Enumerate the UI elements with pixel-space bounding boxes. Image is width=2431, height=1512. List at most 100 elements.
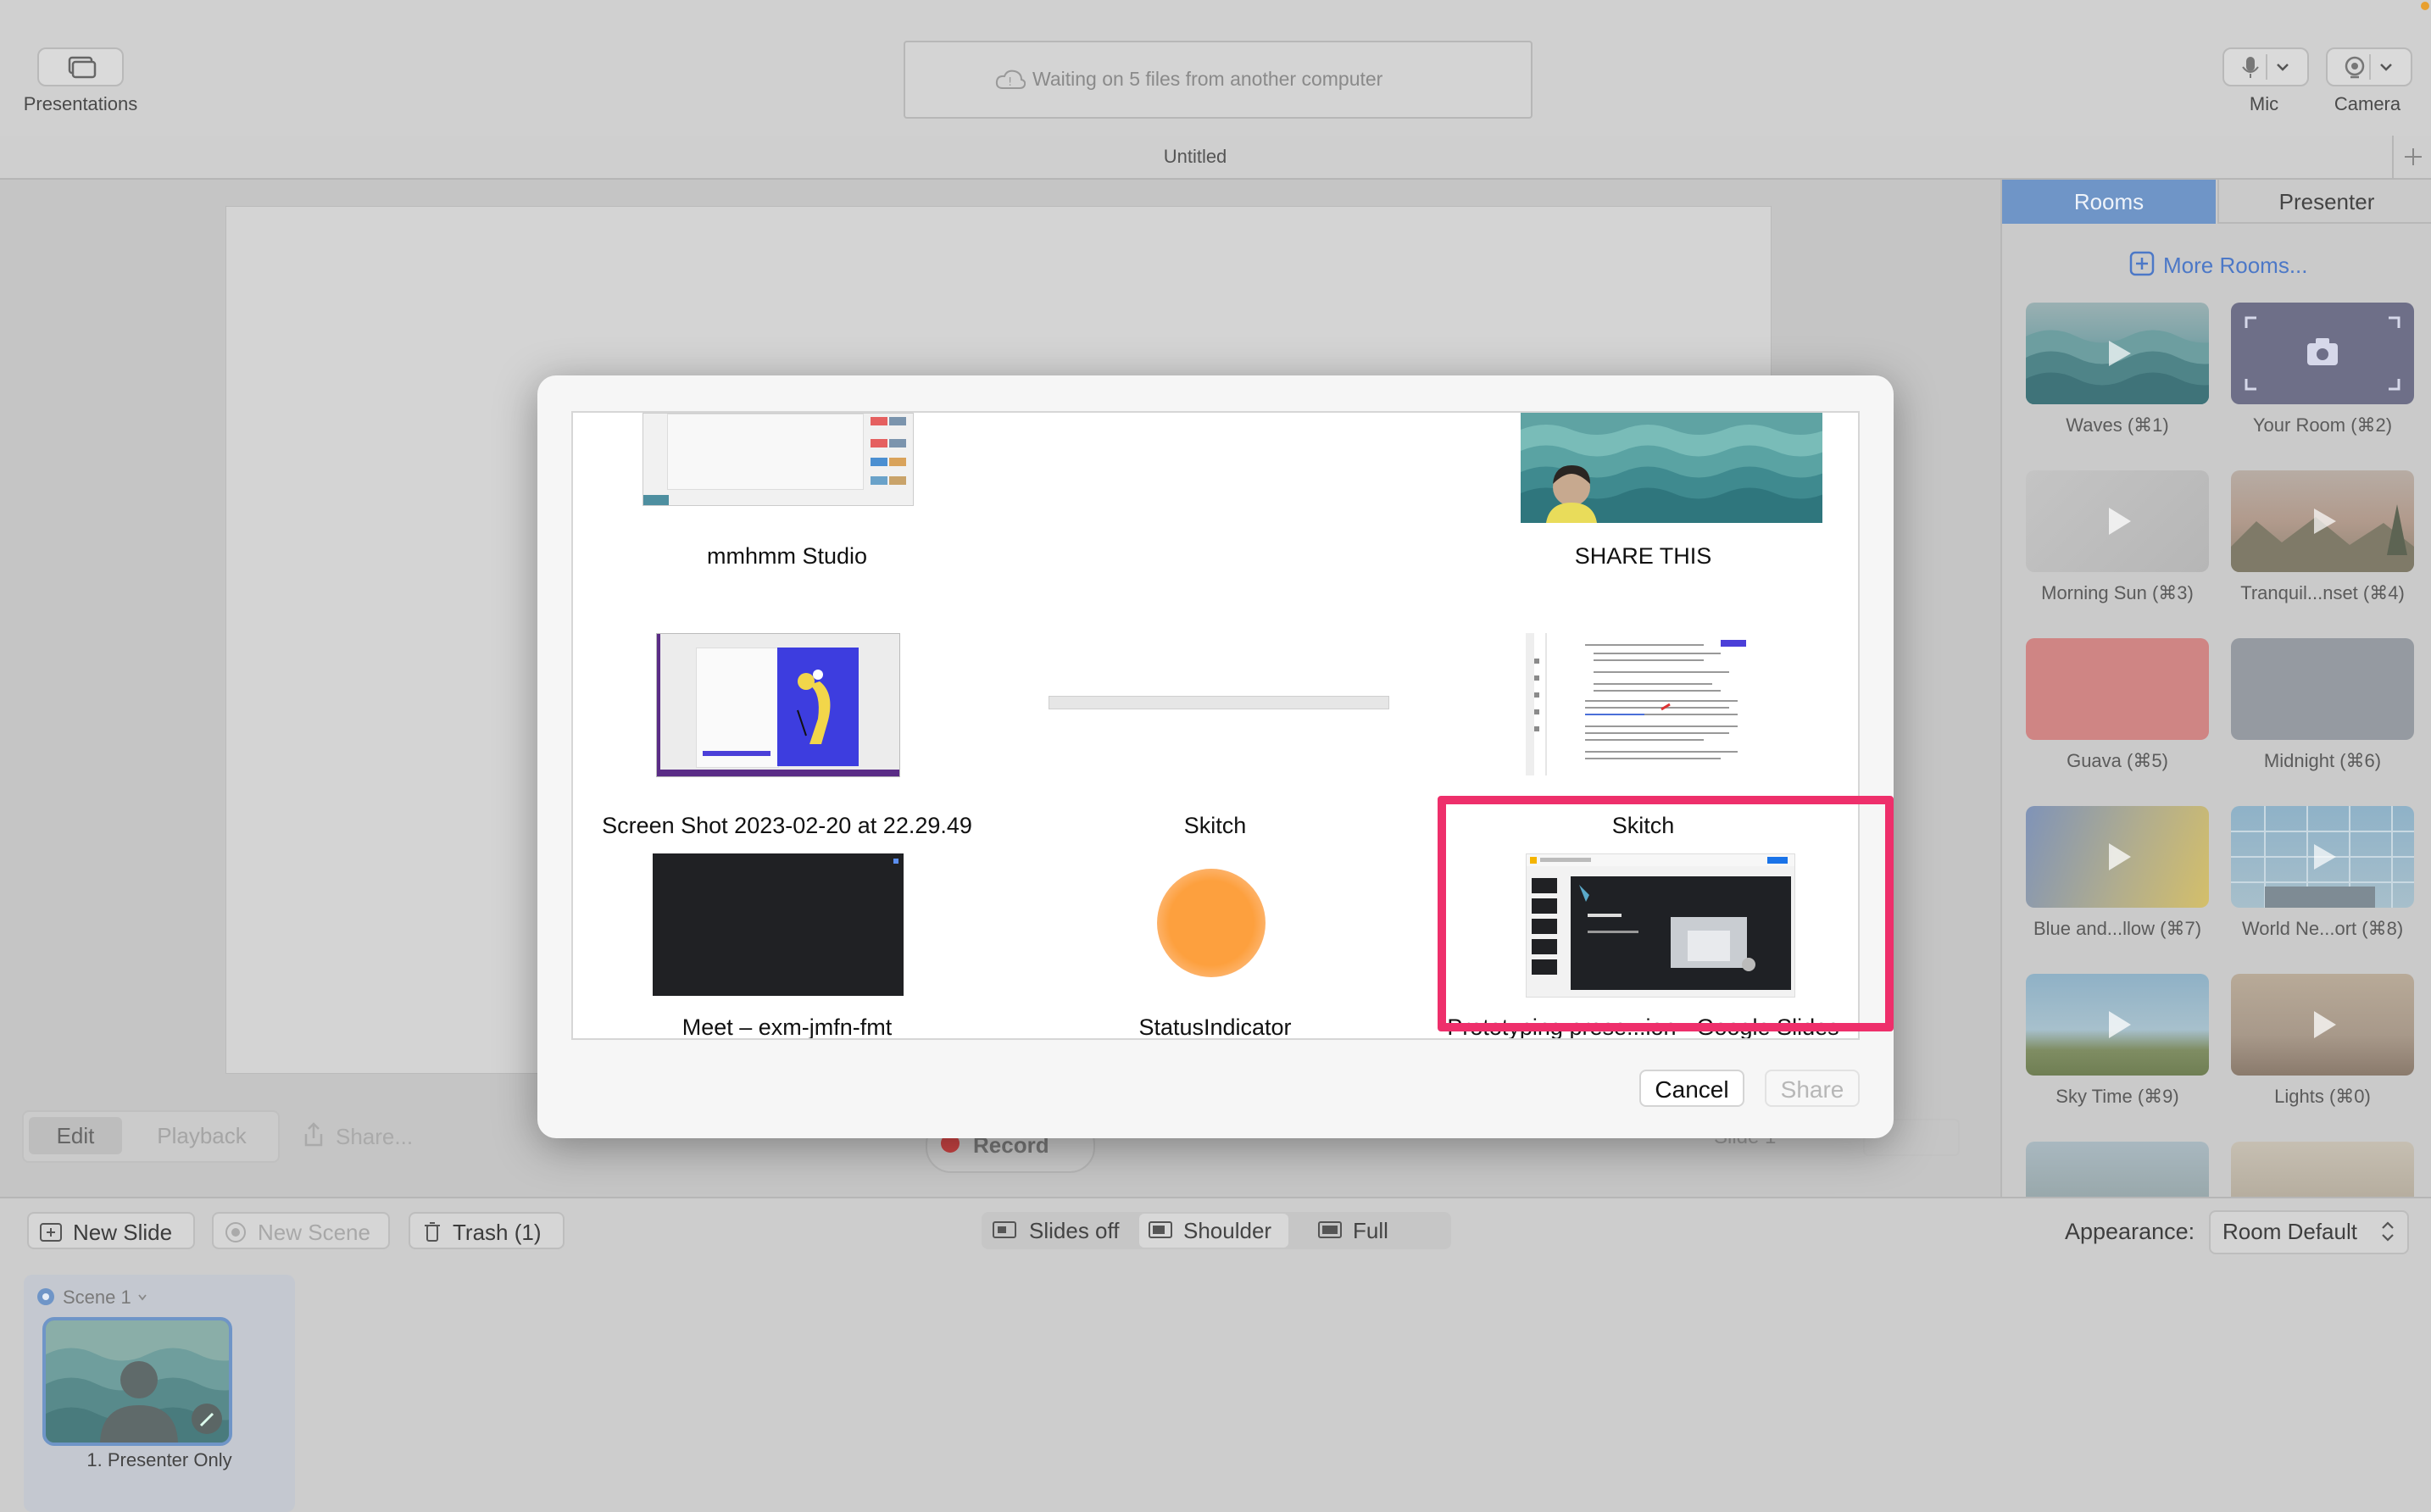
window-thumbnail: [1526, 633, 1778, 775]
room-waves[interactable]: [2026, 303, 2209, 404]
room-name: Sky Time (⌘9): [2056, 1086, 2179, 1107]
presentations-label: Presentations: [23, 93, 138, 114]
full-option[interactable]: Full: [1292, 1214, 1448, 1248]
window-item-share-this[interactable]: SHARE THIS: [1429, 413, 1857, 633]
new-scene-button[interactable]: New Scene: [212, 1212, 390, 1249]
room-lights[interactable]: [2231, 974, 2414, 1076]
slide-caption: 1. Presenter Only: [86, 1449, 232, 1470]
window-thumbnail: [653, 853, 904, 996]
room-name: Your Room (⌘2): [2252, 414, 2393, 436]
window-item-mmhmm-studio[interactable]: mmhmm Studio: [573, 413, 1001, 633]
room-blue-and-yellow[interactable]: [2026, 806, 2209, 908]
top-toolbar: Presentations ! Waiting on 5 files from …: [0, 0, 2431, 137]
room-world-news[interactable]: [2231, 806, 2414, 908]
world-news-thumbnail: [2231, 806, 2414, 908]
camera-label: Camera: [2334, 93, 2401, 114]
rooms-panel: Rooms Presenter More Rooms... Waves (⌘1)…: [2000, 180, 2431, 1197]
window-label: StatusIndicator: [1138, 1014, 1292, 1040]
room-name: Guava (⌘5): [2067, 750, 2168, 771]
room-guava[interactable]: [2026, 638, 2209, 740]
room-sky-time[interactable]: [2026, 974, 2209, 1076]
scene-icon: [37, 1288, 54, 1305]
tranquil-thumbnail: [2231, 504, 2414, 572]
room-name: Lights (⌘0): [2274, 1086, 2371, 1107]
play-icon: [2109, 508, 2131, 535]
room-mountains[interactable]: [2026, 1142, 2209, 1197]
svg-text:!: !: [1008, 76, 1012, 89]
appearance-value: Room Default: [2222, 1219, 2357, 1244]
mic-button[interactable]: [2222, 47, 2309, 86]
window-item-skitch-1[interactable]: Skitch: [1001, 633, 1429, 853]
new-slide-icon: [40, 1223, 62, 1242]
slides-off-option[interactable]: Slides off: [985, 1214, 1136, 1248]
camera-room-icon: [2245, 316, 2400, 391]
slides-off-label: Slides off: [1029, 1218, 1120, 1243]
new-slide-button[interactable]: New Slide: [27, 1212, 195, 1249]
full-label: Full: [1353, 1218, 1388, 1243]
status-text: Waiting on 5 files from another computer: [1032, 68, 1383, 90]
presentations-button[interactable]: [37, 47, 124, 86]
room-name: Tranquil...nset (⌘4): [2240, 582, 2405, 603]
presentations-icon: [68, 56, 97, 79]
room-tranquil-sunset[interactable]: [2231, 470, 2414, 572]
window-item-screenshot[interactable]: Screen Shot 2023-02-20 at 22.29.49: [573, 633, 1001, 853]
share-confirm-button[interactable]: Share: [1765, 1070, 1860, 1107]
play-icon: [2109, 1011, 2131, 1038]
scene-card[interactable]: Scene 1 1. Presenter Only: [24, 1275, 295, 1512]
tab-presenter[interactable]: Presenter: [2217, 180, 2431, 224]
edit-tab[interactable]: Edit: [29, 1117, 122, 1154]
window-label: mmhmm Studio: [706, 543, 868, 569]
shoulder-option[interactable]: Shoulder: [1139, 1214, 1288, 1248]
mic-icon: [2242, 54, 2289, 80]
presenter-thumbnail: [46, 1320, 229, 1443]
appearance-select[interactable]: Room Default: [2209, 1210, 2409, 1254]
window-item-statusindicator[interactable]: StatusIndicator: [1001, 853, 1429, 1040]
window-thumbnail: [1521, 413, 1822, 523]
slide-toolbar: New Slide New Scene Trash (1) Slides off…: [0, 1197, 2431, 1268]
scene-label: Scene 1: [63, 1287, 131, 1308]
trash-button[interactable]: Trash (1): [409, 1212, 565, 1249]
room-name: Midnight (⌘6): [2263, 750, 2382, 771]
window-thumbnail: [1049, 696, 1389, 709]
new-slide-label: New Slide: [73, 1220, 173, 1245]
share-window-dialog: mmhmm Studio SHARE THIS Screen Shot 2023…: [537, 375, 1894, 1138]
status-box: ! Waiting on 5 files from another comput…: [904, 41, 1533, 119]
window-item-empty[interactable]: [1001, 413, 1429, 633]
chevron-down-icon: [138, 1294, 147, 1301]
share-button[interactable]: Share...: [336, 1124, 413, 1150]
share-icon: [304, 1122, 323, 1147]
window-item-meet[interactable]: Meet – exm-jmfn-fmt: [573, 853, 1001, 1040]
play-icon: [2109, 843, 2131, 870]
camera-icon: [2345, 54, 2392, 80]
new-scene-icon: [225, 1222, 246, 1242]
new-scene-label: New Scene: [258, 1220, 370, 1245]
room-your-room[interactable]: [2231, 303, 2414, 404]
window-label: SHARE THIS: [1574, 543, 1712, 569]
play-icon: [2314, 1011, 2336, 1038]
scenes-strip: Scene 1 1. Presenter Only: [0, 1266, 2431, 1512]
trash-icon: [425, 1222, 440, 1242]
window-thumbnail: [1157, 869, 1266, 977]
cancel-button[interactable]: Cancel: [1639, 1070, 1744, 1107]
waves-thumbnail: [2026, 330, 2209, 404]
layout-toggle: Slides off Shoulder Full: [982, 1212, 1451, 1249]
camera-button[interactable]: [2326, 47, 2412, 86]
room-morning-sun[interactable]: [2026, 470, 2209, 572]
room-midnight[interactable]: [2231, 638, 2414, 740]
updown-chevron-icon: [2382, 1221, 2394, 1242]
tab-rooms[interactable]: Rooms: [2002, 180, 2216, 224]
edit-playback-toggle: Edit Playback: [22, 1110, 280, 1163]
window-label: Skitch: [1183, 813, 1247, 838]
plus-square-icon: [2129, 251, 2155, 276]
plus-icon: [2405, 148, 2422, 165]
slide-thumbnail[interactable]: [42, 1317, 232, 1446]
window-label: Meet – exm-jmfn-fmt: [681, 1014, 893, 1040]
window-thumbnail: [643, 413, 914, 506]
document-title: Untitled: [1163, 146, 1227, 167]
selection-highlight: [1438, 796, 1894, 1031]
add-tab-button[interactable]: [2392, 136, 2431, 178]
room-name: World Ne...ort (⌘8): [2241, 918, 2404, 939]
room-studio[interactable]: [2231, 1142, 2414, 1197]
playback-tab[interactable]: Playback: [134, 1117, 270, 1154]
shoulder-label: Shoulder: [1183, 1218, 1272, 1243]
